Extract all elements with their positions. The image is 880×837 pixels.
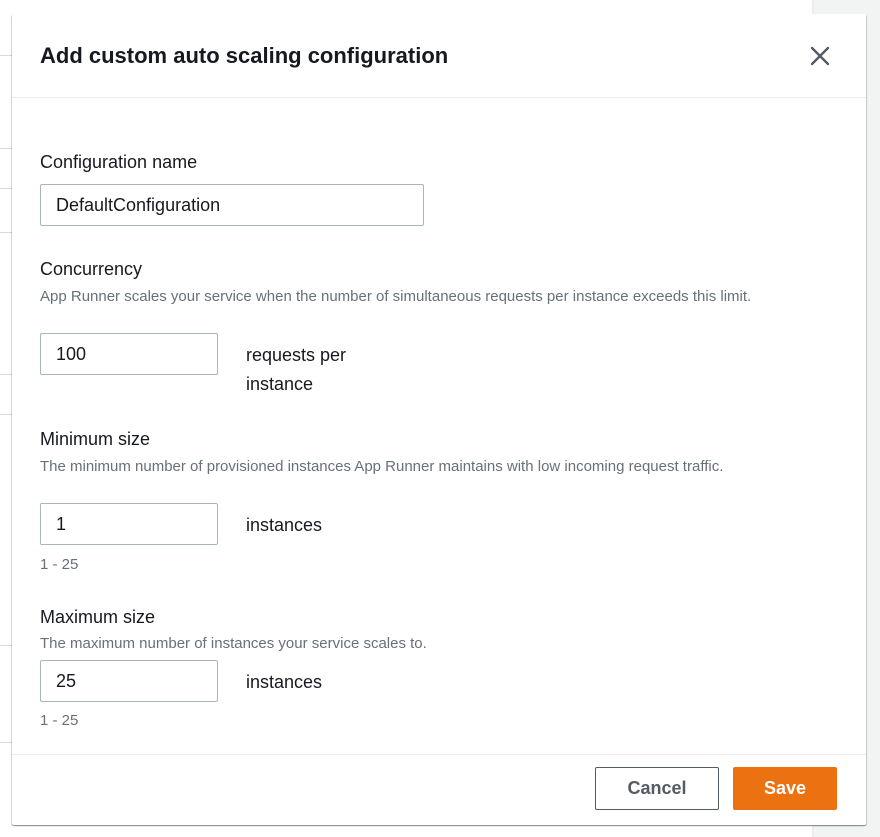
configuration-name-label: Configuration name	[40, 152, 198, 172]
background-divider	[0, 232, 12, 233]
maximum-size-description: The maximum number of instances your ser…	[40, 635, 427, 652]
close-button[interactable]	[806, 42, 834, 70]
modal-header: Add custom auto scaling configuration	[12, 14, 866, 98]
maximum-size-constraint: 1 - 25	[40, 712, 79, 729]
maximum-size-label: Maximum size	[40, 607, 156, 627]
concurrency-description: App Runner scales your service when the …	[40, 288, 752, 305]
minimum-size-description: The minimum number of provisioned instan…	[40, 458, 724, 475]
background-divider	[0, 374, 12, 375]
close-icon	[810, 46, 830, 66]
maximum-size-unit: instances	[246, 672, 323, 692]
background-divider	[0, 148, 12, 149]
concurrency-unit: requests per instance	[246, 345, 347, 394]
save-button[interactable]: Save	[733, 767, 837, 810]
minimum-size-input[interactable]	[40, 503, 218, 545]
modal-title: Add custom auto scaling configuration	[40, 43, 449, 68]
configuration-name-input[interactable]	[40, 184, 424, 226]
auto-scaling-modal: Add custom auto scaling configuration Co…	[12, 14, 866, 825]
minimum-size-constraint: 1 - 25	[40, 556, 79, 573]
background-divider	[0, 188, 12, 189]
concurrency-input[interactable]	[40, 333, 218, 375]
cancel-button[interactable]: Cancel	[595, 767, 719, 810]
background-divider	[0, 645, 12, 646]
concurrency-label: Concurrency	[40, 259, 143, 279]
modal-footer: Cancel Save	[12, 754, 866, 825]
background-divider	[0, 742, 12, 743]
background-divider	[0, 55, 12, 56]
maximum-size-input[interactable]	[40, 660, 218, 702]
background-divider	[0, 414, 12, 415]
minimum-size-unit: instances	[246, 515, 323, 535]
minimum-size-label: Minimum size	[40, 429, 151, 449]
